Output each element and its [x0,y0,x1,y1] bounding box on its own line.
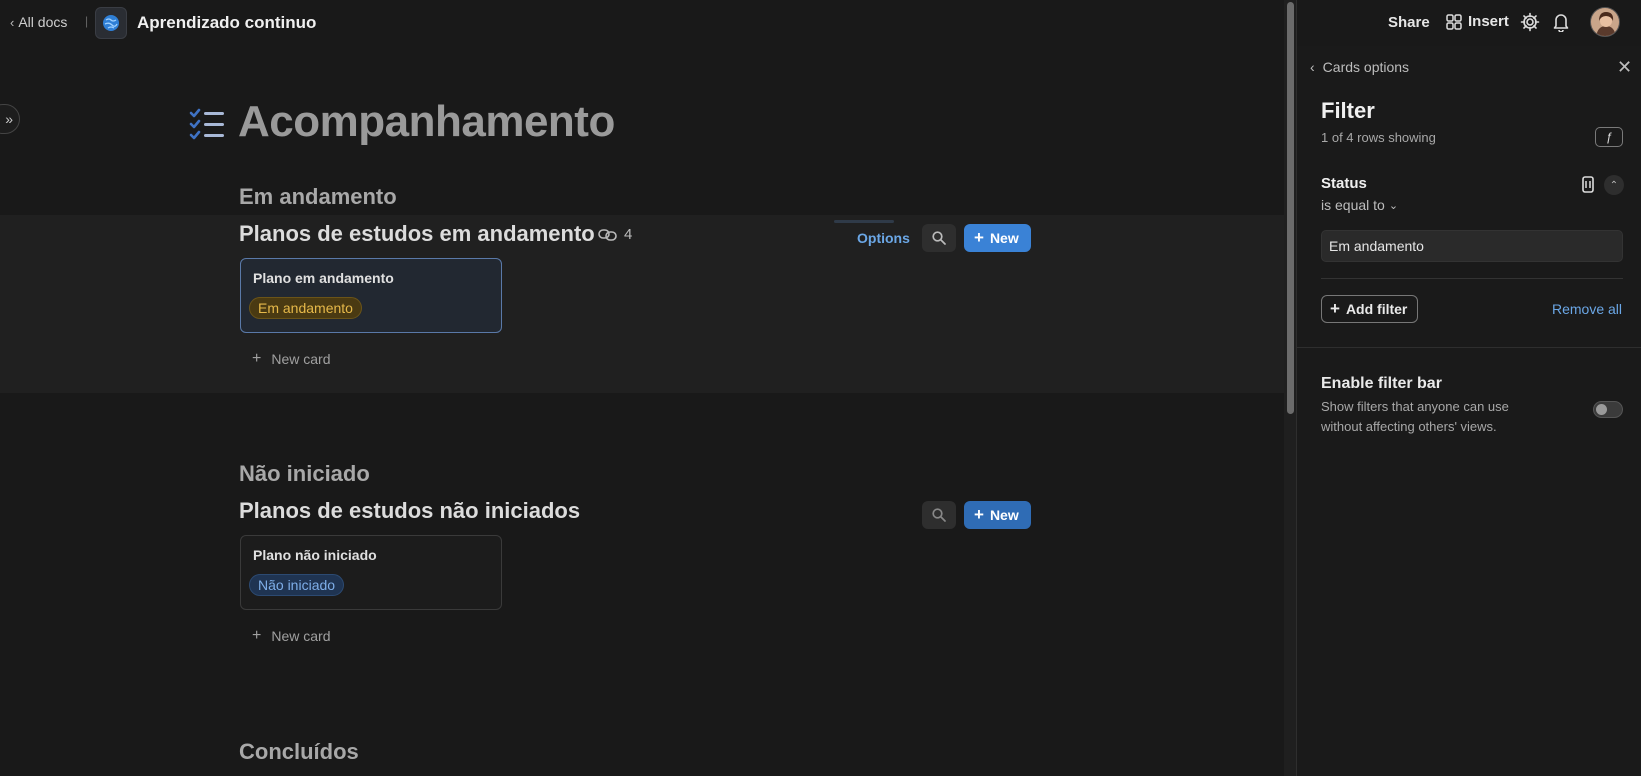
linked-count-value: 4 [624,226,633,243]
filter-operator-select[interactable]: is equal to ⌄ [1321,197,1398,213]
plus-icon: + [974,505,984,524]
all-docs-label: All docs [18,14,68,30]
search-button[interactable] [922,224,956,252]
options-hint-bar [834,220,894,223]
globe-icon [103,15,119,31]
new-card-label: New card [271,351,331,367]
enable-filter-bar-title: Enable filter bar [1321,375,1442,392]
double-chevron-right-icon: » [5,111,13,127]
plus-icon: + [1330,299,1340,318]
enable-filter-bar-description: Show filters that anyone can use without… [1321,399,1509,434]
trash-icon[interactable] [1581,175,1595,198]
divider [1321,278,1623,279]
plus-icon: + [252,627,262,644]
new-card-button[interactable]: + New card [252,350,330,368]
chevron-left-icon: ‹ [10,14,15,30]
toggle-knob [1596,404,1607,415]
formula-icon[interactable]: ƒ [1595,127,1623,147]
section-heading-concluidos: Concluídos [239,739,359,764]
chevron-up-icon[interactable]: ⌃ [1604,175,1624,195]
filter-operator-label: is equal to [1321,197,1385,213]
new-button[interactable]: + New [964,224,1031,252]
section-heading-nao-iniciado: Não iniciado [239,461,370,486]
doc-title: Aprendizado continuo [137,13,317,32]
search-icon [932,231,946,245]
card-title: Plano não iniciado [253,547,377,563]
card-plano-nao-iniciado[interactable]: Plano não iniciado Não iniciado [240,535,502,610]
rows-showing: 1 of 4 rows showing [1321,130,1436,145]
table-title-em-andamento[interactable]: Planos de estudos em andamento [239,221,595,247]
page-title: Acompanhamento [238,97,615,146]
avatar[interactable] [1590,7,1620,37]
linked-count[interactable]: 4 [598,226,632,243]
new-card-button[interactable]: + New card [252,627,330,645]
breadcrumb-separator: | [85,14,89,28]
cards-options-back[interactable]: ‹ Cards options [1310,59,1409,75]
bell-icon[interactable] [1552,12,1570,37]
filter-title: Filter [1321,98,1375,123]
doc-icon[interactable] [95,7,127,39]
new-card-label: New card [271,628,331,644]
grid-icon [1446,13,1462,30]
card-plano-em-andamento[interactable]: Plano em andamento Em andamento [240,258,502,333]
all-docs-link[interactable]: ‹ All docs [10,14,67,30]
chevron-left-icon: ‹ [1310,59,1315,75]
table-title-nao-iniciados[interactable]: Planos de estudos não iniciados [239,498,580,524]
card-title: Plano em andamento [253,270,394,286]
close-icon[interactable]: ✕ [1617,57,1632,78]
user-avatar-icon [1591,8,1619,36]
search-button[interactable] [922,501,956,529]
section-heading-em-andamento: Em andamento [239,184,397,209]
options-button[interactable]: Options [857,230,910,246]
search-icon [932,508,946,522]
filter-value-field[interactable]: Em andamento [1321,230,1623,262]
new-label: New [989,507,1019,523]
divider [1297,347,1641,348]
status-badge: Não iniciado [249,574,345,596]
new-label: New [989,230,1019,246]
cards-options-label: Cards options [1322,59,1410,75]
plus-icon: + [974,228,984,247]
remove-all-button[interactable]: Remove all [1552,301,1622,317]
gear-icon[interactable] [1520,12,1540,37]
top-bar: ‹ All docs | Aprendizado continuo Share … [0,0,1641,46]
enable-filter-bar-toggle[interactable] [1593,401,1623,418]
insert-label: Insert [1468,13,1509,30]
checklist-icon [189,108,225,147]
expand-sidebar-button[interactable]: » [0,104,20,134]
share-button[interactable]: Share [1388,14,1430,31]
add-filter-button[interactable]: + Add filter [1321,295,1419,323]
chevron-down-icon: ⌄ [1388,199,1399,212]
new-button[interactable]: + New [964,501,1031,529]
insert-button[interactable]: Insert [1446,13,1509,30]
filter-field-label: Status [1321,175,1367,192]
plus-icon: + [252,350,262,367]
link-icon [598,228,617,241]
table-highlight-band [0,215,1284,393]
main-scrollbar-thumb[interactable] [1287,2,1294,414]
add-filter-label: Add filter [1345,301,1408,317]
status-badge: Em andamento [249,297,362,319]
